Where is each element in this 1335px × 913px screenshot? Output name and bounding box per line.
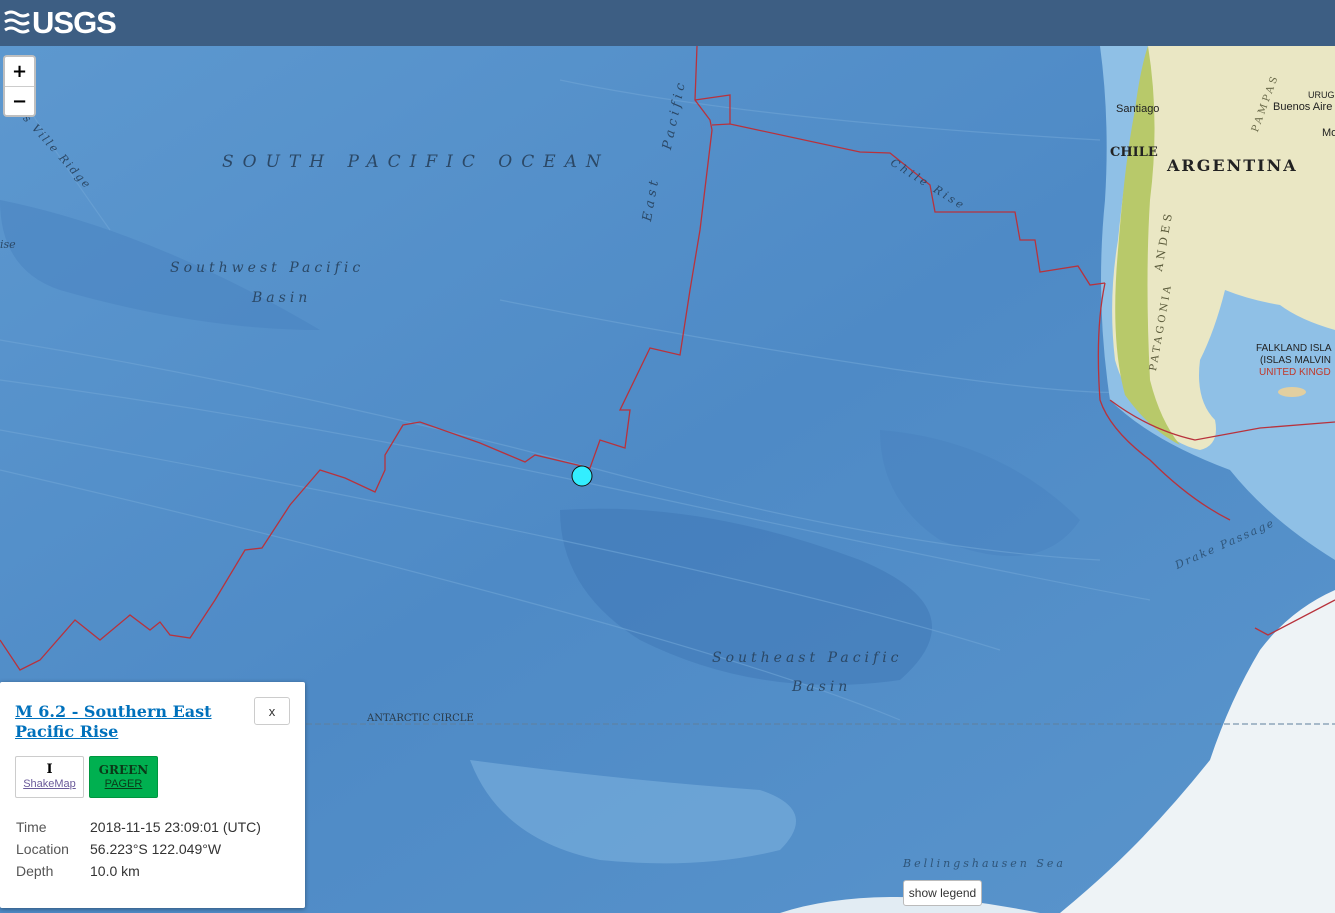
- falkland-islands: [1278, 387, 1306, 397]
- pager-value: GREEN: [98, 763, 149, 777]
- depth-label: Depth: [16, 863, 54, 879]
- place-mo: Mo: [1322, 127, 1335, 139]
- show-legend-button[interactable]: show legend: [903, 880, 982, 906]
- label-bellingshausen-sea: Bellingshausen Sea: [903, 857, 1066, 870]
- time-label: Time: [16, 819, 47, 835]
- label-southwest-basin-2: Basin: [252, 290, 312, 306]
- shakemap-value: I: [46, 762, 53, 777]
- shakemap-badge[interactable]: I ShakeMap: [15, 756, 84, 798]
- place-chile: CHILE: [1110, 145, 1158, 160]
- label-southeast-basin-1: Southeast Pacific: [712, 650, 903, 666]
- location-value: 56.223°S 122.049°W: [90, 841, 222, 857]
- label-rise-partial: ise: [0, 238, 16, 251]
- place-santiago: Santiago: [1116, 103, 1160, 115]
- place-uruguay: URUG: [1308, 90, 1335, 100]
- usgs-wave-icon: [4, 10, 30, 34]
- place-falkland-1: FALKLAND ISLA: [1256, 343, 1332, 354]
- pager-badge[interactable]: GREEN PAGER: [89, 756, 158, 798]
- label-antarctic-circle: ANTARCTIC CIRCLE: [367, 713, 474, 724]
- time-row: Time 2018-11-15 23:09:01 (UTC): [16, 816, 261, 838]
- time-value: 2018-11-15 23:09:01 (UTC): [90, 819, 261, 835]
- depth-row: Depth 10.0 km: [16, 860, 261, 882]
- event-details: Time 2018-11-15 23:09:01 (UTC) Location …: [16, 816, 261, 882]
- place-falkland-3: UNITED KINGD: [1259, 367, 1331, 378]
- location-row: Location 56.223°S 122.049°W: [16, 838, 261, 860]
- label-south-pacific-ocean: SOUTH PACIFIC OCEAN: [222, 152, 610, 172]
- earthquake-epicenter-marker[interactable]: [571, 465, 593, 487]
- popup-close-button[interactable]: x: [254, 697, 290, 725]
- label-southwest-basin-1: Southwest Pacific: [170, 260, 365, 276]
- zoom-control: + −: [3, 55, 36, 117]
- usgs-logo-text: USGS: [32, 5, 117, 40]
- usgs-logo[interactable]: USGS: [4, 5, 117, 41]
- place-argentina: ARGENTINA: [1167, 156, 1298, 175]
- pager-link[interactable]: PAGER: [90, 777, 157, 792]
- zoom-out-button[interactable]: −: [5, 86, 34, 115]
- zoom-in-button[interactable]: +: [5, 57, 34, 86]
- label-southeast-basin-2: Basin: [792, 679, 852, 695]
- depth-value: 10.0 km: [90, 863, 140, 879]
- location-label: Location: [16, 841, 69, 857]
- usgs-header: USGS: [0, 0, 1335, 46]
- place-buenos-aires: Buenos Aire: [1273, 101, 1333, 113]
- event-title-link[interactable]: M 6.2 - Southern East Pacific Rise: [15, 702, 240, 742]
- event-popup: M 6.2 - Southern East Pacific Rise x I S…: [0, 682, 305, 908]
- place-falkland-2: (ISLAS MALVIN: [1260, 355, 1331, 366]
- shakemap-link[interactable]: ShakeMap: [16, 777, 83, 792]
